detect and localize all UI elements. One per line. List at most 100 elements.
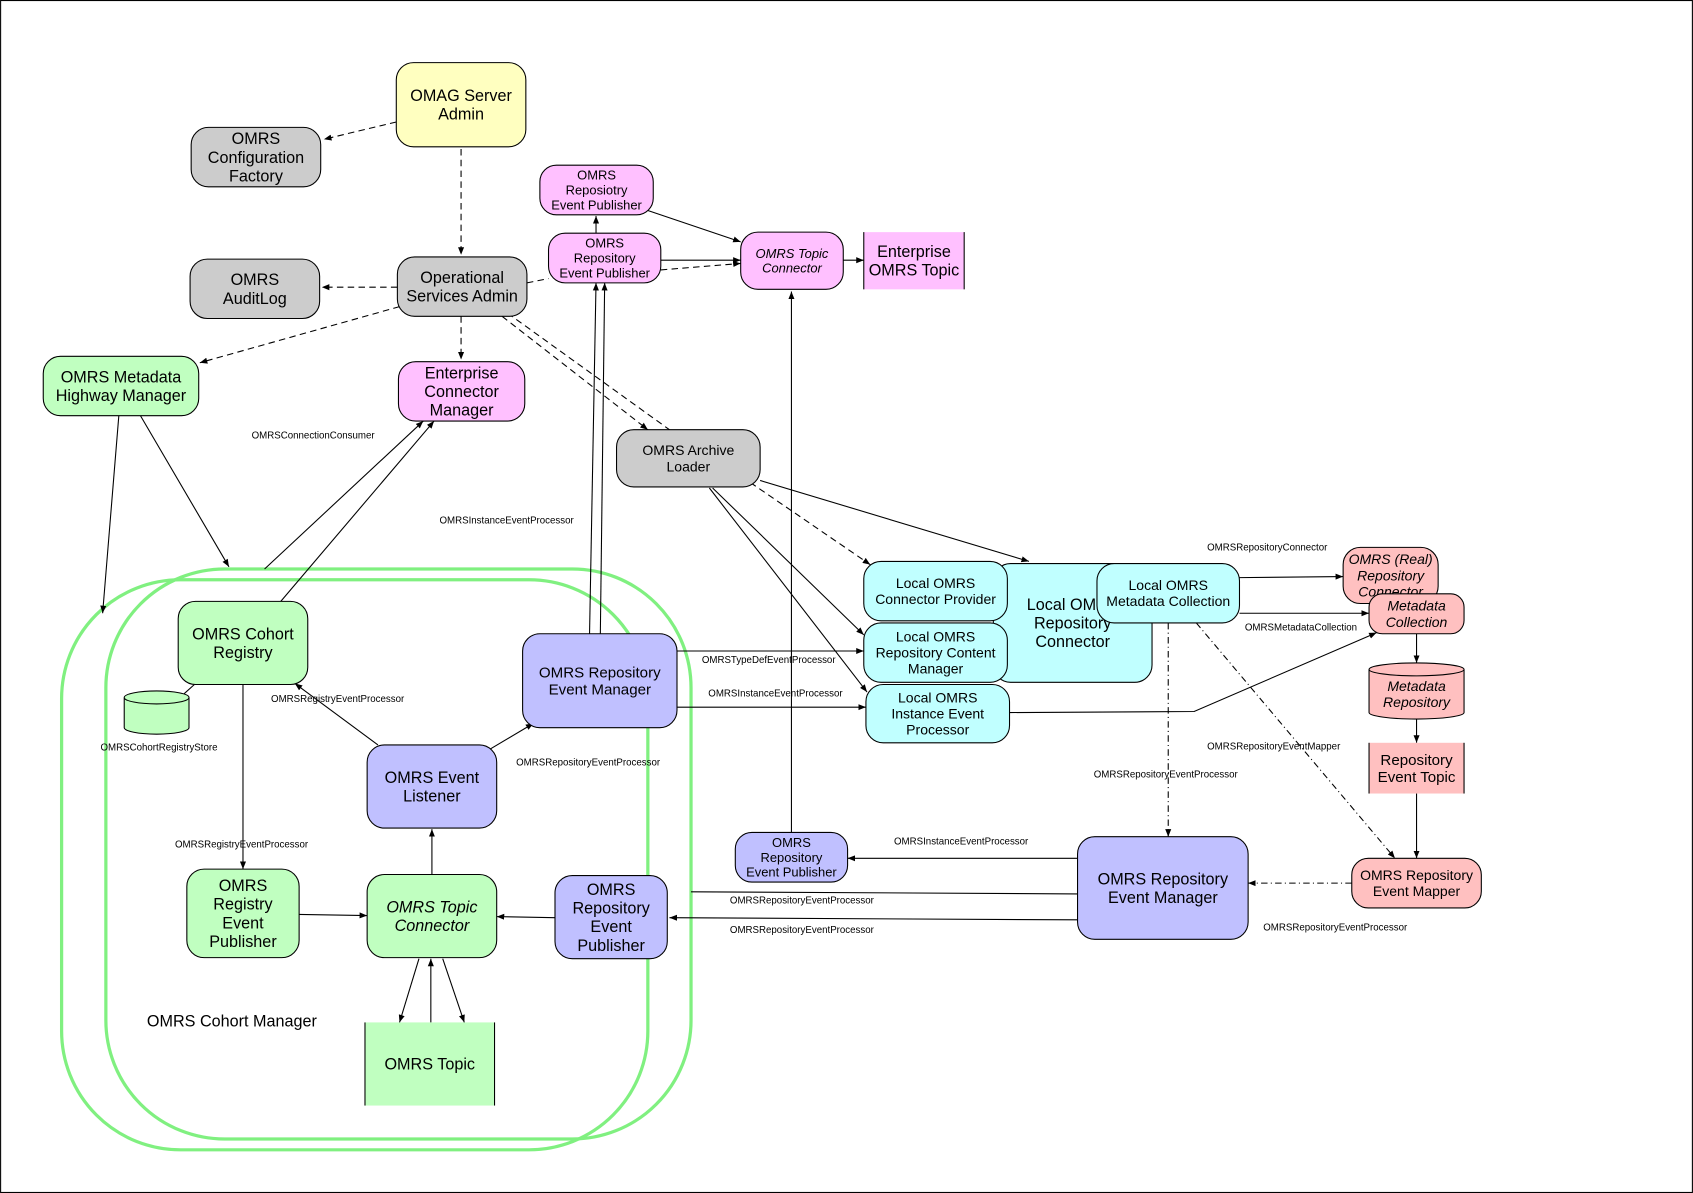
node-label: Local OMRS [1129, 577, 1208, 593]
node-local-metadata-coll[interactable]: Local OMRSMetadata Collection [1096, 563, 1241, 624]
node-label: OMRS [585, 236, 624, 251]
node-label: Event [590, 918, 632, 936]
node-label: OMRS Archive [642, 442, 734, 458]
node-label: Event [222, 914, 264, 932]
node-label: OMRS [577, 168, 616, 183]
edge-label: OMRSInstanceEventProcessor [894, 836, 1029, 847]
node-label: Metadata [1387, 678, 1446, 694]
node-label: Reposiotry [566, 183, 628, 198]
node-label: Instance Event [891, 706, 984, 722]
node-label: Enterprise [877, 243, 951, 261]
node-label: Operational [420, 269, 504, 287]
node-repo-event-mgr-left[interactable]: OMRS RepositoryEvent Manager [522, 633, 678, 729]
node-metadata-highway[interactable]: OMRS MetadataHighway Manager [42, 355, 200, 417]
node-label: Processor [906, 722, 969, 738]
edge-label: OMRSRegistryEventProcessor [175, 840, 309, 851]
architecture-diagram: OMAG Server Admin OMRS Configuration Factory… [0, 0, 1693, 1193]
node-label: Repository [1357, 567, 1425, 583]
node-label: Event Topic [1378, 769, 1456, 786]
node-ent-pub[interactable]: OMRSRepositoryEvent Publisher [547, 232, 662, 284]
node-label: Admin [438, 106, 484, 124]
edge-label: OMRSInstanceEventProcessor [439, 516, 574, 527]
node-metadata-collection[interactable]: MetadataCollection [1368, 593, 1465, 635]
node-label: OMRS Cohort [192, 625, 294, 643]
node-op-services-admin[interactable]: OperationalServices Admin [396, 256, 528, 317]
cohort-manager-label: OMRS Cohort Manager [147, 1013, 318, 1031]
node-label: Local OMRS [898, 689, 977, 705]
node-label: OMRS [231, 271, 280, 289]
node-config-factory[interactable]: OMRSConfigurationFactory [190, 126, 322, 188]
edge-label: OMRSConnectionConsumer [252, 430, 376, 441]
node-label: Listener [403, 787, 461, 805]
node-registry-event-pub[interactable]: OMRSRegistryEventPublisher [186, 868, 300, 959]
node-label: OMRS [219, 877, 268, 895]
node-label: Publisher [577, 937, 645, 955]
node-label: Event Publisher [746, 865, 837, 880]
node-label: Event Publisher [559, 265, 650, 280]
node-ent-connector-mgr[interactable]: EnterpriseConnectorManager [397, 361, 526, 422]
node-label: Enterprise [425, 364, 499, 382]
node-label: Repository [574, 251, 636, 266]
edge-label: OMRSRepositoryEventProcessor [730, 896, 875, 907]
node-label: Factory [229, 167, 284, 185]
node-ent-pub-upper[interactable]: OMRSReposiotryEvent Publisher [539, 164, 654, 216]
node-label: Registry [213, 896, 273, 914]
node-label: Repository [1034, 615, 1112, 633]
node-repo-event-mapper[interactable]: OMRS RepositoryEvent Mapper [1351, 857, 1482, 909]
node-repo-event-mgr-right[interactable]: OMRS RepositoryEvent Manager [1077, 836, 1249, 940]
node-label: OMRS Topic [384, 1056, 475, 1074]
node-ent-topic-connector[interactable]: OMRS TopicConnector [740, 231, 844, 290]
node-metadata-repository[interactable]: MetadataRepository [1368, 662, 1465, 720]
node-ent-omrs-topic[interactable]: EnterpriseOMRS Topic [863, 232, 965, 290]
edge-label: OMRSRepositoryEventProcessor [1094, 769, 1239, 780]
node-label: OMRS (Real) [1349, 551, 1433, 567]
node-label: Event Manager [549, 682, 651, 699]
node-label: Loader [667, 458, 711, 474]
node-label: OMRS Topic [869, 262, 960, 280]
node-label: Repository [572, 900, 650, 918]
database-cylinder-icon [123, 690, 190, 735]
node-label: Connector [395, 917, 470, 935]
node-label: OMRS [232, 130, 281, 148]
node-label: Repository [1380, 752, 1453, 769]
edge-label: OMRSInstanceEventProcessor [708, 688, 843, 699]
node-small-event-pub[interactable]: OMRSRepositoryEvent Publisher [734, 831, 849, 883]
node-label: Registry [213, 644, 273, 662]
node-event-listener[interactable]: OMRS EventListener [366, 744, 498, 829]
node-local-connector-provider[interactable]: Local OMRSConnector Provider [863, 560, 1008, 622]
node-label: OMRS [587, 881, 636, 899]
node-archive-loader[interactable]: OMRS ArchiveLoader [615, 429, 761, 488]
diagram-canvas: OMAG ServerAdmin OMRSConfigurationFactory… [0, 0, 1693, 1193]
node-label: Event Publisher [551, 197, 642, 212]
edge-label: OMRSTypeDefEventProcessor [702, 655, 837, 666]
node-repo-event-topic[interactable]: RepositoryEvent Topic [1368, 742, 1465, 794]
node-label: Publisher [209, 933, 277, 951]
edge-label: OMRSRepositoryEventProcessor [1263, 923, 1408, 934]
node-label: Repository Content [876, 645, 996, 661]
edge-label: OMRSRegistryEventProcessor [271, 694, 405, 705]
node-label: AuditLog [223, 290, 287, 308]
node-label: OMRS Event [385, 769, 480, 787]
node-local-instance-proc[interactable]: Local OMRSInstance EventProcessor [865, 683, 1011, 744]
node-label: Connector [1035, 633, 1110, 651]
node-label: Collection [1386, 614, 1448, 630]
edge-label: OMRSRepositoryConnector [1207, 543, 1328, 554]
node-label: OMRS Topic [386, 898, 477, 916]
node-cohort-topic-connector[interactable]: OMRS TopicConnector [366, 873, 498, 959]
node-label: Services Admin [406, 288, 518, 306]
node-label: Event Mapper [1373, 883, 1461, 899]
node-omrs-topic[interactable]: OMRS Topic [364, 1022, 496, 1106]
node-label: Local OMRS [896, 575, 975, 591]
node-audit-log[interactable]: OMRSAuditLog [189, 258, 321, 320]
node-label: Manager [430, 402, 494, 420]
node-cohort-registry[interactable]: OMRS CohortRegistry [177, 600, 309, 686]
node-label: Metadata Collection [1106, 593, 1230, 609]
node-cohort-store[interactable] [123, 690, 190, 735]
edge-label: OMRSRepositoryEventMapper [1207, 741, 1341, 752]
node-label: Connector Provider [875, 591, 996, 607]
node-omag-admin[interactable]: OMAG ServerAdmin [395, 62, 527, 148]
node-cohort-repo-event-pub[interactable]: OMRSRepositoryEventPublisher [554, 875, 668, 960]
node-label: Repository [1383, 694, 1451, 710]
node-local-content-mgr[interactable]: Local OMRSRepository ContentManager [863, 622, 1008, 683]
node-label: OMRS [772, 835, 811, 850]
